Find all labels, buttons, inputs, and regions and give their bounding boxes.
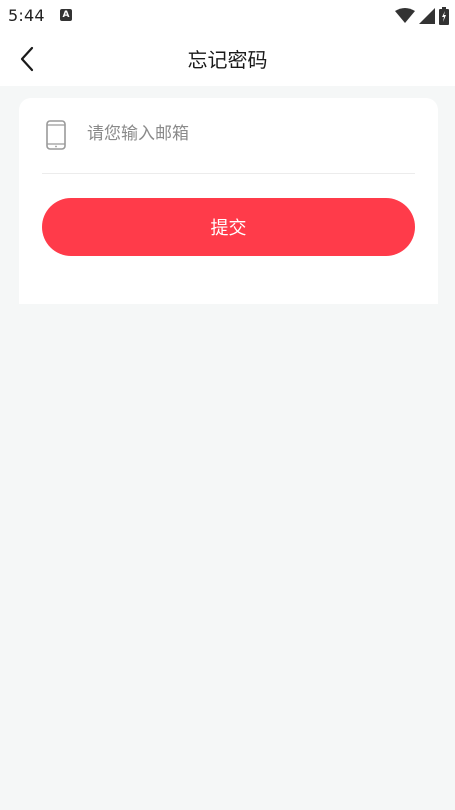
cellular-signal-icon [419, 8, 435, 24]
status-time: 5:44 [8, 6, 45, 25]
page-title: 忘记密码 [187, 48, 268, 72]
form-card: 提交 [19, 98, 438, 304]
submit-button[interactable]: 提交 [42, 198, 415, 256]
status-bar: 5:44 A [0, 0, 455, 32]
a-notification-icon: A [60, 9, 72, 21]
header: 忘记密码 [0, 32, 455, 86]
status-icons [395, 6, 449, 26]
email-input[interactable] [85, 116, 409, 152]
wifi-icon [395, 8, 415, 23]
email-input-row [42, 98, 415, 174]
battery-charging-icon [439, 7, 449, 25]
phone-icon [46, 120, 66, 150]
